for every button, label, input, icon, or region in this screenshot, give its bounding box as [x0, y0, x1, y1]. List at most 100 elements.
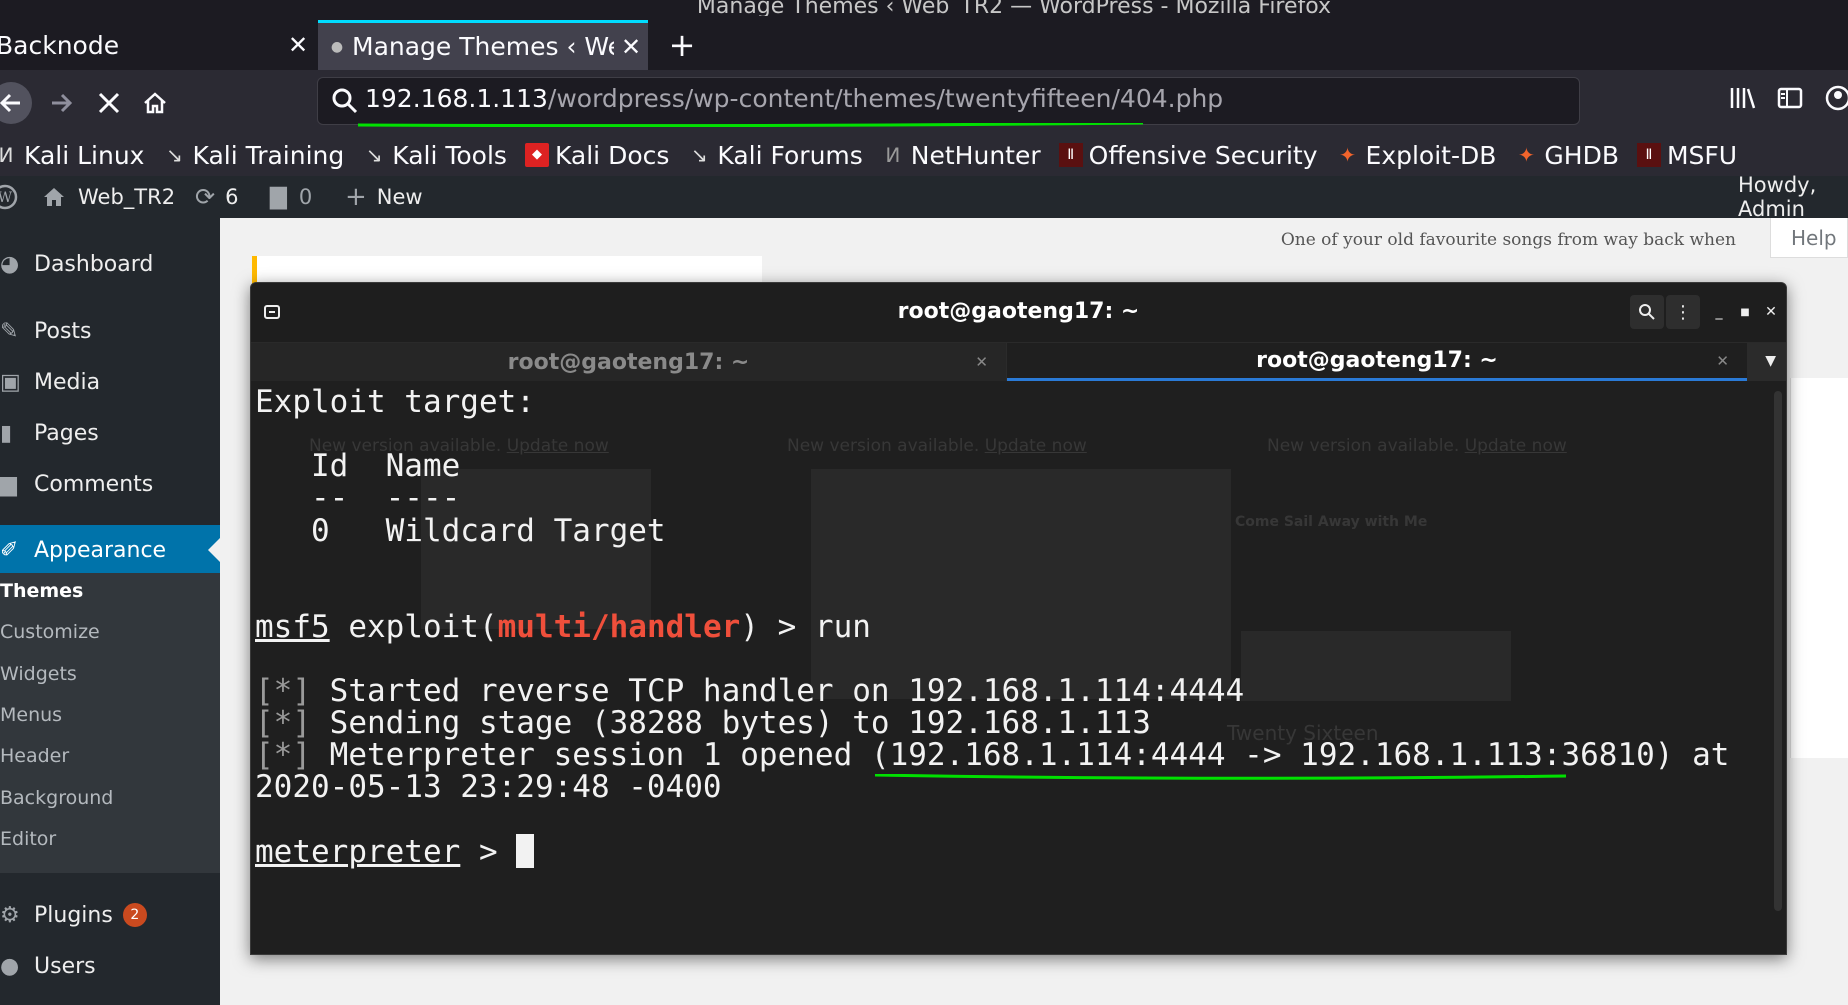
submenu-widgets[interactable]: Widgets — [0, 656, 220, 692]
bookmark-ghdb[interactable]: ✦ GHDB — [1514, 141, 1619, 170]
update-count-badge: 2 — [122, 903, 147, 927]
tab-manage-themes[interactable]: ● Manage Themes ‹ Web_TR2 — WordPress ✕ — [318, 20, 648, 70]
appearance-submenu: Themes Customize Widgets Menus Header Ba… — [0, 573, 220, 873]
library-icon[interactable] — [1728, 84, 1756, 119]
media-icon: ▣ — [0, 369, 21, 395]
stop-x-icon — [98, 92, 120, 114]
bookmark-msfu[interactable]: Ⅱ MSFU — [1636, 141, 1737, 170]
submenu-customize[interactable]: Customize — [0, 614, 220, 650]
home-icon — [144, 92, 166, 114]
terminal-menu-button[interactable]: ⋮ — [1666, 295, 1700, 329]
bookmark-nethunter[interactable]: ⵍ NetHunter — [881, 141, 1040, 170]
sidebar-item-posts[interactable]: ✎ Posts — [0, 306, 220, 356]
comment-bubble-icon: ▇ — [270, 184, 287, 210]
dashboard-icon: ◕ — [0, 251, 20, 277]
sidebar-item-users[interactable]: ● Users — [0, 941, 220, 991]
bookmark-kali-forums[interactable]: ↘ Kali Forums — [687, 141, 863, 170]
theme-screenshot-ghost — [1241, 631, 1511, 701]
plug-icon: ⚙ — [0, 902, 20, 928]
bookmark-kali-linux[interactable]: ⵍ Kali Linux — [0, 141, 144, 170]
close-icon: ✕ — [1765, 304, 1777, 320]
wordpress-logo-icon[interactable]: W — [0, 176, 18, 218]
sidebar-item-plugins[interactable]: ⚙ Plugins 2 — [0, 890, 220, 940]
terminal-line: 0 Wildcard Target — [255, 513, 666, 549]
site-name-link[interactable]: Web_TR2 — [42, 176, 175, 218]
offsec-icon: Ⅱ — [1058, 143, 1083, 167]
new-tab-button[interactable]: + — [662, 20, 702, 70]
sidebar-item-media[interactable]: ▣ Media — [0, 357, 220, 407]
terminal-window[interactable]: root@gaoteng17: ~ ⋮ _ ■ ✕ root@gaoteng17… — [250, 282, 1787, 955]
url-bar[interactable]: 192.168.1.113/wordpress/wp-content/theme… — [317, 77, 1580, 125]
maximize-icon: ■ — [1740, 306, 1750, 318]
wp-admin-sidebar: ◕ Dashboard ✎ Posts ▣ Media ▮ Pages ▆ Comment… — [0, 218, 220, 1005]
sidebar-toggle-icon[interactable] — [1776, 84, 1804, 119]
bookmark-kali-tools[interactable]: ↘ Kali Tools — [362, 141, 507, 170]
browser-tab-bar: Backnode ✕ ● Manage Themes ‹ Web_TR2 — W… — [0, 16, 1848, 70]
home-button[interactable] — [134, 82, 176, 124]
search-icon — [1639, 304, 1655, 320]
sidebar-item-appearance[interactable]: ✐ Appearance — [0, 525, 220, 575]
post-title-ghost: Come Sail Away with Me — [1235, 514, 1428, 530]
bookmark-exploit-db[interactable]: ✦ Exploit-DB — [1336, 141, 1496, 170]
sidebar-item-dashboard[interactable]: ◕ Dashboard — [0, 239, 220, 289]
updates-link[interactable]: ⟳ 6 — [195, 176, 238, 218]
terminal-output[interactable]: New version available. Update now New ve… — [251, 381, 1786, 954]
terminal-search-button[interactable] — [1630, 295, 1664, 329]
url-text[interactable]: 192.168.1.113/wordpress/wp-content/theme… — [365, 84, 1223, 113]
url-host: 192.168.1.113 — [365, 84, 548, 113]
bookmark-offensive-security[interactable]: Ⅱ Offensive Security — [1058, 141, 1318, 170]
sidebar-item-comments[interactable]: ▆ Comments — [0, 459, 220, 509]
sidebar-item-pages[interactable]: ▮ Pages — [0, 408, 220, 458]
chevron-down-icon[interactable]: ▼ — [1765, 353, 1776, 369]
page-icon: ▮ — [0, 420, 13, 446]
stop-button[interactable] — [88, 82, 130, 124]
kebab-menu-icon: ⋮ — [1674, 301, 1692, 323]
submenu-menus[interactable]: Menus — [0, 697, 220, 733]
tab-label: Manage Themes ‹ Web_TR2 — WordPress — [352, 32, 614, 61]
active-indicator — [208, 538, 220, 562]
nethunter-icon: ⵍ — [885, 143, 901, 167]
new-content-link[interactable]: + New — [345, 176, 423, 218]
close-window-button[interactable]: ✕ — [1754, 295, 1786, 329]
terminal-scrollbar[interactable] — [1774, 391, 1782, 911]
terminal-tab-1[interactable]: root@gaoteng17: ~ ✕ — [251, 343, 1006, 381]
close-icon[interactable]: ✕ — [975, 353, 988, 371]
kali-dragon-icon: ↘ — [166, 143, 183, 167]
refresh-icon: ⟳ — [195, 183, 216, 211]
submenu-themes[interactable]: Themes — [0, 573, 220, 609]
submenu-header[interactable]: Header — [0, 738, 220, 774]
my-account-link[interactable]: Howdy, Admin — [1738, 173, 1848, 221]
comments-link[interactable]: ▇ 0 — [270, 176, 312, 218]
close-icon[interactable]: ✕ — [614, 33, 648, 61]
forward-arrow-icon — [52, 93, 73, 113]
annotation-underline — [875, 774, 1566, 780]
submenu-editor[interactable]: Editor — [0, 821, 220, 857]
close-icon[interactable]: ✕ — [281, 31, 315, 59]
exploit-db-icon: ✦ — [1339, 143, 1356, 167]
bookmark-kali-docs[interactable]: ◆ Kali Docs — [524, 141, 669, 170]
hello-dolly-lyric: One of your old favourite songs from way… — [1280, 230, 1736, 250]
svg-text:W: W — [0, 190, 13, 206]
close-icon[interactable]: ✕ — [1716, 352, 1729, 370]
search-icon — [332, 88, 358, 114]
submenu-background[interactable]: Background — [0, 780, 220, 816]
plus-icon: + — [345, 182, 367, 212]
account-icon[interactable] — [1824, 84, 1848, 119]
help-button[interactable]: Help — [1770, 218, 1848, 258]
terminal-title: root@gaoteng17: ~ — [897, 299, 1140, 324]
terminal-line: Exploit target: — [255, 384, 535, 420]
back-button[interactable] — [0, 82, 32, 124]
url-path: /wordpress/wp-content/themes/twentyfifte… — [547, 84, 1224, 113]
navigation-bar: 192.168.1.113/wordpress/wp-content/theme… — [0, 70, 1848, 134]
terminal-tab-2[interactable]: root@gaoteng17: ~ ✕ — [1007, 343, 1747, 381]
theme-card-partial — [1790, 378, 1848, 758]
msfu-icon: Ⅱ — [1636, 143, 1661, 167]
bookmark-kali-training[interactable]: ↘ Kali Training — [162, 141, 344, 170]
terminal-line: 2020-05-13 23:29:48 -0400 — [255, 769, 722, 805]
brush-icon: ✐ — [0, 537, 19, 563]
forward-button[interactable] — [40, 82, 82, 124]
meterpreter-prompt[interactable]: meterpreter > — [255, 833, 535, 871]
pin-icon: ✎ — [0, 318, 19, 344]
update-notice-ghost: New version available. Update now — [1267, 436, 1567, 456]
tab-backnode[interactable]: Backnode ✕ — [0, 20, 315, 70]
